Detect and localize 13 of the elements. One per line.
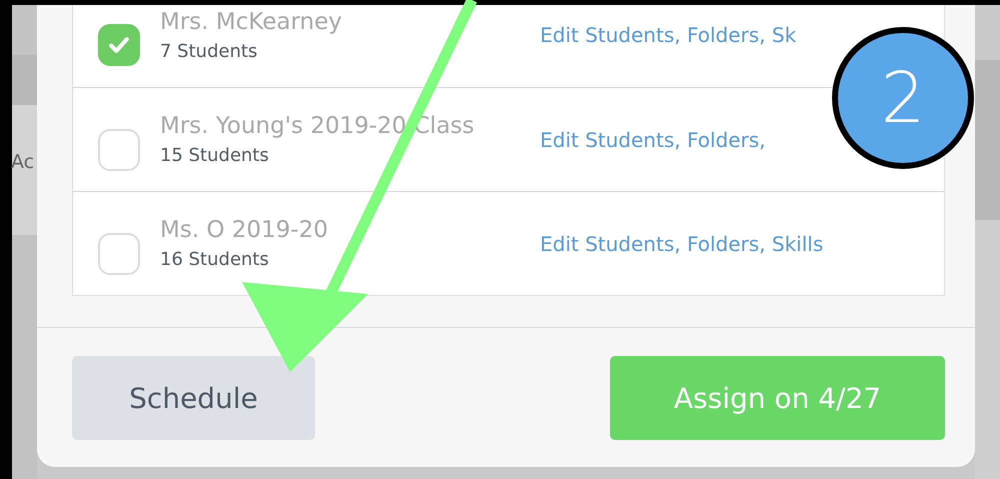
- checkbox[interactable]: [98, 128, 140, 170]
- class-name: Ms. O 2019-20: [160, 217, 329, 243]
- checkbox[interactable]: [98, 24, 140, 66]
- student-count: 7 Students: [160, 40, 258, 62]
- schedule-button[interactable]: Schedule: [72, 356, 315, 440]
- edit-link[interactable]: Edit Students, Folders,: [540, 128, 766, 152]
- edit-link[interactable]: Edit Students, Folders, Sk: [540, 23, 796, 47]
- assign-button[interactable]: Assign on 4/27: [610, 356, 945, 440]
- class-name: Mrs. McKearney: [160, 8, 343, 34]
- student-count: 16 Students: [160, 249, 270, 270]
- student-count: 15 Students: [160, 145, 270, 166]
- checkbox[interactable]: [98, 232, 140, 274]
- edit-link[interactable]: Edit Students, Folders, Skills: [540, 232, 824, 256]
